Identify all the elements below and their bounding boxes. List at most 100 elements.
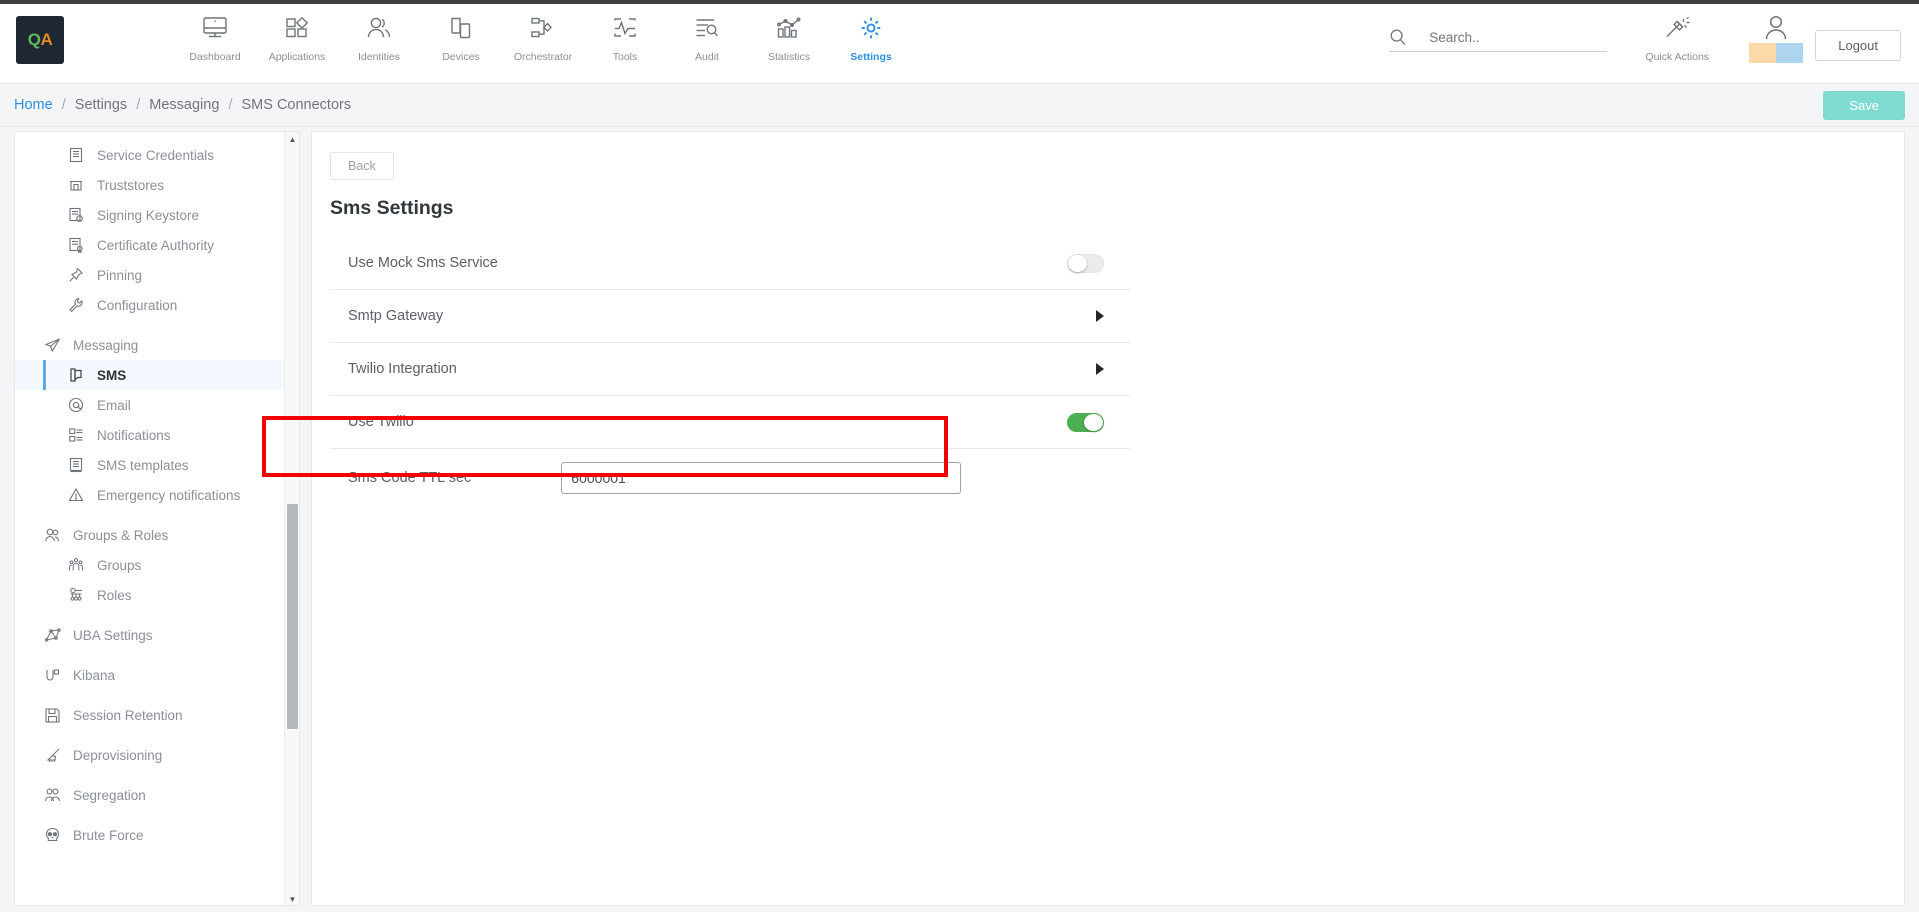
swatch-orange[interactable] [1749, 43, 1777, 63]
uba-graph-icon [41, 626, 63, 644]
page-title: Sms Settings [330, 197, 454, 219]
scroll-up-arrow-icon[interactable]: ▲ [285, 132, 299, 147]
sidebar-item-notifications[interactable]: Notifications [15, 420, 299, 450]
nav-label: Identities [357, 51, 401, 63]
pin-icon [65, 266, 87, 284]
row-label: Smtp Gateway [348, 308, 444, 324]
quick-actions-button[interactable]: Quick Actions [1633, 4, 1721, 63]
nav-item-audit[interactable]: Audit [666, 4, 748, 63]
swatch-blue[interactable] [1776, 43, 1804, 63]
broom-icon [41, 746, 63, 764]
toggle-knob [1084, 413, 1103, 431]
settings-rows: Use Mock Sms Service Smtp Gateway Twilio… [330, 237, 1130, 507]
toggle-knob [1068, 254, 1087, 272]
sidebar-item-sms[interactable]: SMS [15, 360, 299, 390]
search-icon [1389, 28, 1407, 46]
save-button[interactable]: Save [1823, 90, 1905, 120]
sidebar-item-kibana[interactable]: Kibana [15, 660, 299, 690]
nav-label: Audit [695, 51, 719, 63]
sidebar-item-label: Messaging [73, 337, 139, 353]
sidebar-item-brute-force[interactable]: Brute Force [15, 820, 299, 850]
sidebar-item-label: Segregation [73, 787, 146, 803]
sidebar-item-configuration[interactable]: Configuration [15, 290, 299, 320]
sidebar-item-truststores[interactable]: Truststores [15, 170, 299, 200]
sidebar-item-label: Groups [97, 557, 142, 573]
avatar[interactable] [1749, 14, 1804, 63]
sidebar-item-groups-and-roles[interactable]: Groups & Roles [15, 520, 299, 550]
row-label: Sms Code TTL sec [348, 470, 472, 486]
logo-q-letter: Q [27, 30, 41, 49]
sms-settings-panel: Back Sms Settings Use Mock Sms Service S… [311, 131, 1905, 906]
chevron-right-icon[interactable] [1096, 310, 1104, 322]
row-control [1067, 253, 1130, 273]
certificate-icon [65, 236, 87, 254]
sidebar-item-label: UBA Settings [73, 627, 153, 643]
sidebar-item-pinning[interactable]: Pinning [15, 260, 299, 290]
nav-label: Settings [850, 51, 892, 63]
breadcrumb-separator: / [228, 97, 233, 113]
chevron-right-icon[interactable] [1096, 363, 1104, 375]
row-control [471, 462, 987, 494]
row-label: Use Mock Sms Service [348, 255, 498, 271]
sidebar-scrollbar[interactable]: ▲ ▼ [284, 132, 299, 905]
sidebar-item-messaging[interactable]: Messaging [15, 330, 299, 360]
logout-button[interactable]: Logout [1815, 30, 1901, 61]
sidebar-item-roles[interactable]: Roles [15, 580, 299, 610]
breadcrumb-item-sms-connectors[interactable]: SMS Connectors [242, 97, 352, 113]
sidebar-item-session-retention[interactable]: Session Retention [15, 700, 299, 730]
signing-keystore-icon [65, 206, 87, 224]
scroll-down-arrow-icon[interactable]: ▼ [285, 892, 299, 905]
nav-item-tools[interactable]: Tools [584, 4, 666, 63]
sidebar-item-uba-settings[interactable]: UBA Settings [15, 620, 299, 650]
magic-wand-icon [1662, 13, 1692, 43]
theme-swatches[interactable] [1749, 43, 1804, 63]
pulse-icon [610, 13, 640, 43]
at-icon [65, 396, 87, 414]
nav-item-dashboard[interactable]: Dashboard [174, 4, 256, 63]
roles-icon [65, 586, 87, 604]
skull-icon [41, 826, 63, 844]
sidebar-scrollbar-thumb[interactable] [287, 504, 298, 729]
sidebar-item-certificate-authority[interactable]: Certificate Authority [15, 230, 299, 260]
bar-chart-icon [774, 13, 804, 43]
back-button[interactable]: Back [330, 152, 394, 180]
breadcrumb-item-settings[interactable]: Settings [75, 97, 127, 113]
sidebar-item-segregation[interactable]: Segregation [15, 780, 299, 810]
settings-row-sms-code-ttl-sec: Sms Code TTL sec [330, 449, 1130, 507]
use-twilio-toggle[interactable] [1067, 412, 1104, 432]
nav-item-orchestrator[interactable]: Orchestrator [502, 4, 584, 63]
sidebar-item-label: Email [97, 397, 131, 413]
user-avatar-icon [1749, 14, 1803, 42]
breadcrumb-separator: / [136, 97, 141, 113]
settings-row-twilio-integration[interactable]: Twilio Integration [330, 343, 1130, 396]
sidebar-item-label: Brute Force [73, 827, 144, 843]
search-box[interactable] [1389, 28, 1608, 52]
use-mock-sms-service-toggle[interactable] [1067, 253, 1104, 273]
sms-code-ttl-input[interactable] [561, 462, 962, 494]
settings-row-use-twilio: Use Twilio [330, 396, 1130, 449]
segregation-icon [41, 786, 63, 804]
monitor-icon [200, 13, 230, 43]
nav-item-statistics[interactable]: Statistics [748, 4, 830, 63]
sidebar-item-signing-keystore[interactable]: Signing Keystore [15, 200, 299, 230]
nav-item-identities[interactable]: Identities [338, 4, 420, 63]
sidebar-item-label: Roles [97, 587, 132, 603]
sidebar-item-sms-templates[interactable]: SMS templates [15, 450, 299, 480]
sidebar-item-deprovisioning[interactable]: Deprovisioning [15, 740, 299, 770]
truststore-icon [65, 176, 87, 194]
search-input[interactable] [1429, 29, 1580, 45]
logo-label: QA [28, 30, 53, 50]
settings-row-smtp-gateway[interactable]: Smtp Gateway [330, 290, 1130, 343]
sidebar-item-label: Service Credentials [97, 147, 215, 163]
nav-item-applications[interactable]: Applications [256, 4, 338, 63]
sidebar-item-service-credentials[interactable]: Service Credentials [15, 140, 299, 170]
breadcrumb-item-messaging[interactable]: Messaging [149, 97, 219, 113]
nav-item-settings[interactable]: Settings [830, 4, 912, 63]
sidebar-item-label: Deprovisioning [73, 747, 163, 763]
nav-item-devices[interactable]: Devices [420, 4, 502, 63]
sidebar-item-emergency-notifications[interactable]: Emergency notifications [15, 480, 299, 510]
breadcrumb-item-home[interactable]: Home [14, 97, 53, 113]
sidebar-item-email[interactable]: Email [15, 390, 299, 420]
app-logo[interactable]: QA [16, 16, 64, 64]
sidebar-item-groups[interactable]: Groups [15, 550, 299, 580]
